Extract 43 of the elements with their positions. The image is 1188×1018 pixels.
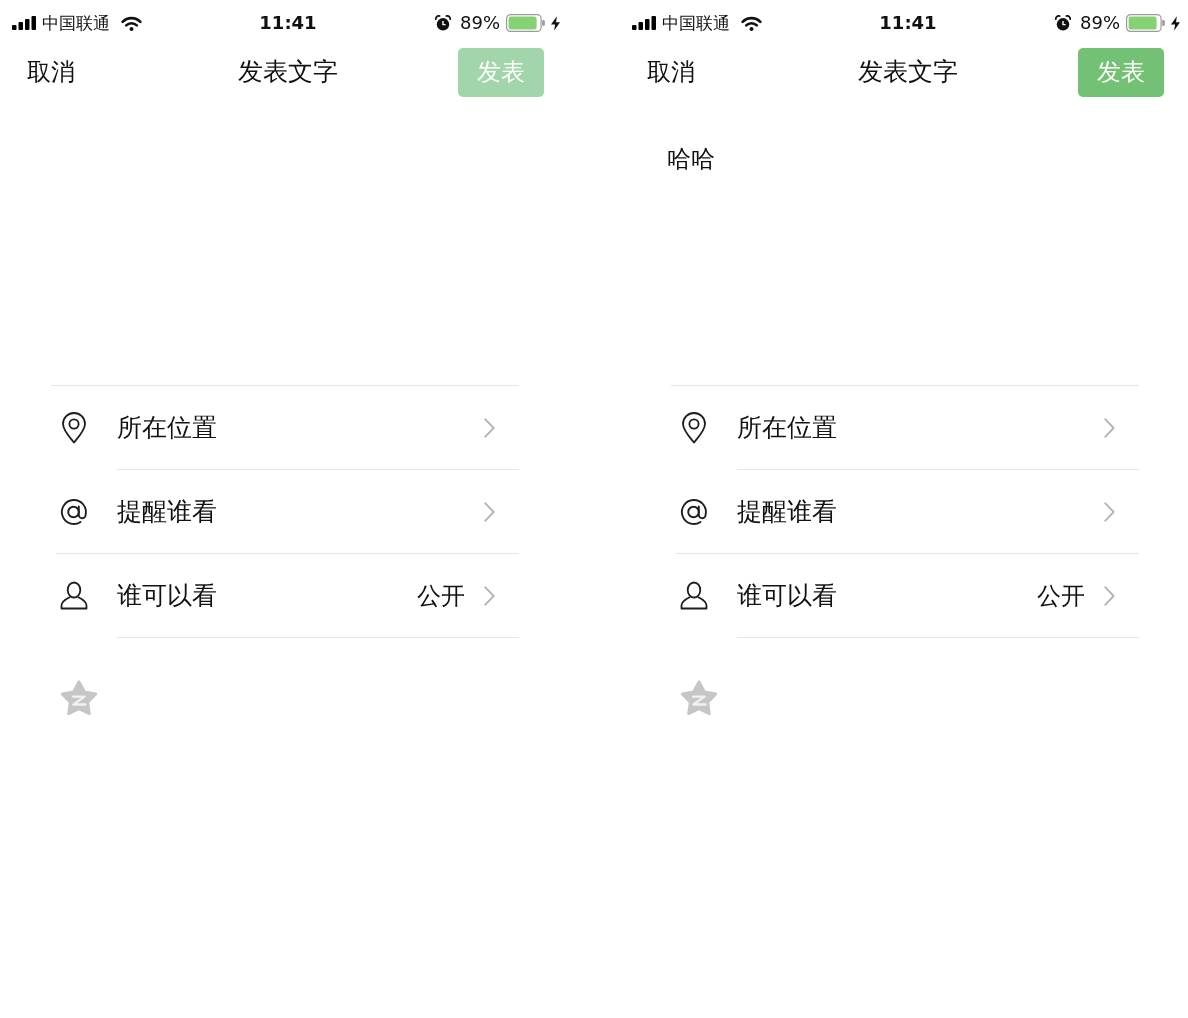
person-icon (680, 581, 708, 610)
cancel-button[interactable]: 取消 (647, 58, 695, 86)
chevron-icon (1104, 501, 1115, 522)
option-label[interactable]: 谁可以看 (737, 580, 1037, 611)
option-label[interactable]: 提醒谁看 (737, 496, 1104, 527)
chevron-icon (484, 501, 495, 522)
option-label[interactable]: 谁可以看 (117, 580, 417, 611)
location-pin-icon (681, 411, 707, 444)
chevron-icon (1104, 417, 1115, 438)
location-pin-icon (61, 411, 87, 444)
star-icon[interactable] (60, 679, 98, 717)
alarm-clock-icon (1055, 15, 1071, 31)
person-icon (60, 581, 88, 610)
screen-title: 发表文字 (856, 57, 958, 87)
clock-time: 11:41 (878, 13, 937, 33)
carrier-name: 中国联通 (42, 13, 110, 33)
option-label[interactable]: 提醒谁看 (117, 496, 484, 527)
chevron-icon (484, 585, 495, 606)
carrier-name: 中国联通 (662, 13, 730, 33)
battery-icon (506, 14, 545, 32)
signal-icon (12, 16, 36, 30)
post-text-field[interactable]: 哈哈 (667, 144, 1147, 174)
screen-title: 发表文字 (236, 57, 338, 87)
lightning-bolt-icon (551, 15, 560, 31)
at-sign-icon (679, 496, 709, 527)
option-value: 公开 (1037, 580, 1085, 611)
at-sign-icon (59, 496, 89, 527)
clock-time: 11:41 (258, 13, 317, 33)
option-label[interactable]: 所在位置 (117, 412, 484, 443)
battery-percent: 89% (460, 13, 500, 33)
option-value: 公开 (417, 580, 465, 611)
cancel-button[interactable]: 取消 (27, 58, 75, 86)
option-label[interactable]: 所在位置 (737, 412, 1104, 443)
chevron-icon (1104, 585, 1115, 606)
signal-icon (632, 16, 656, 30)
chevron-icon (484, 417, 495, 438)
star-icon[interactable] (680, 679, 718, 717)
wifi-icon (121, 15, 142, 31)
lightning-bolt-icon (1171, 15, 1180, 31)
battery-percent: 89% (1080, 13, 1120, 33)
alarm-clock-icon (435, 15, 451, 31)
battery-icon (1126, 14, 1165, 32)
wifi-icon (741, 15, 762, 31)
